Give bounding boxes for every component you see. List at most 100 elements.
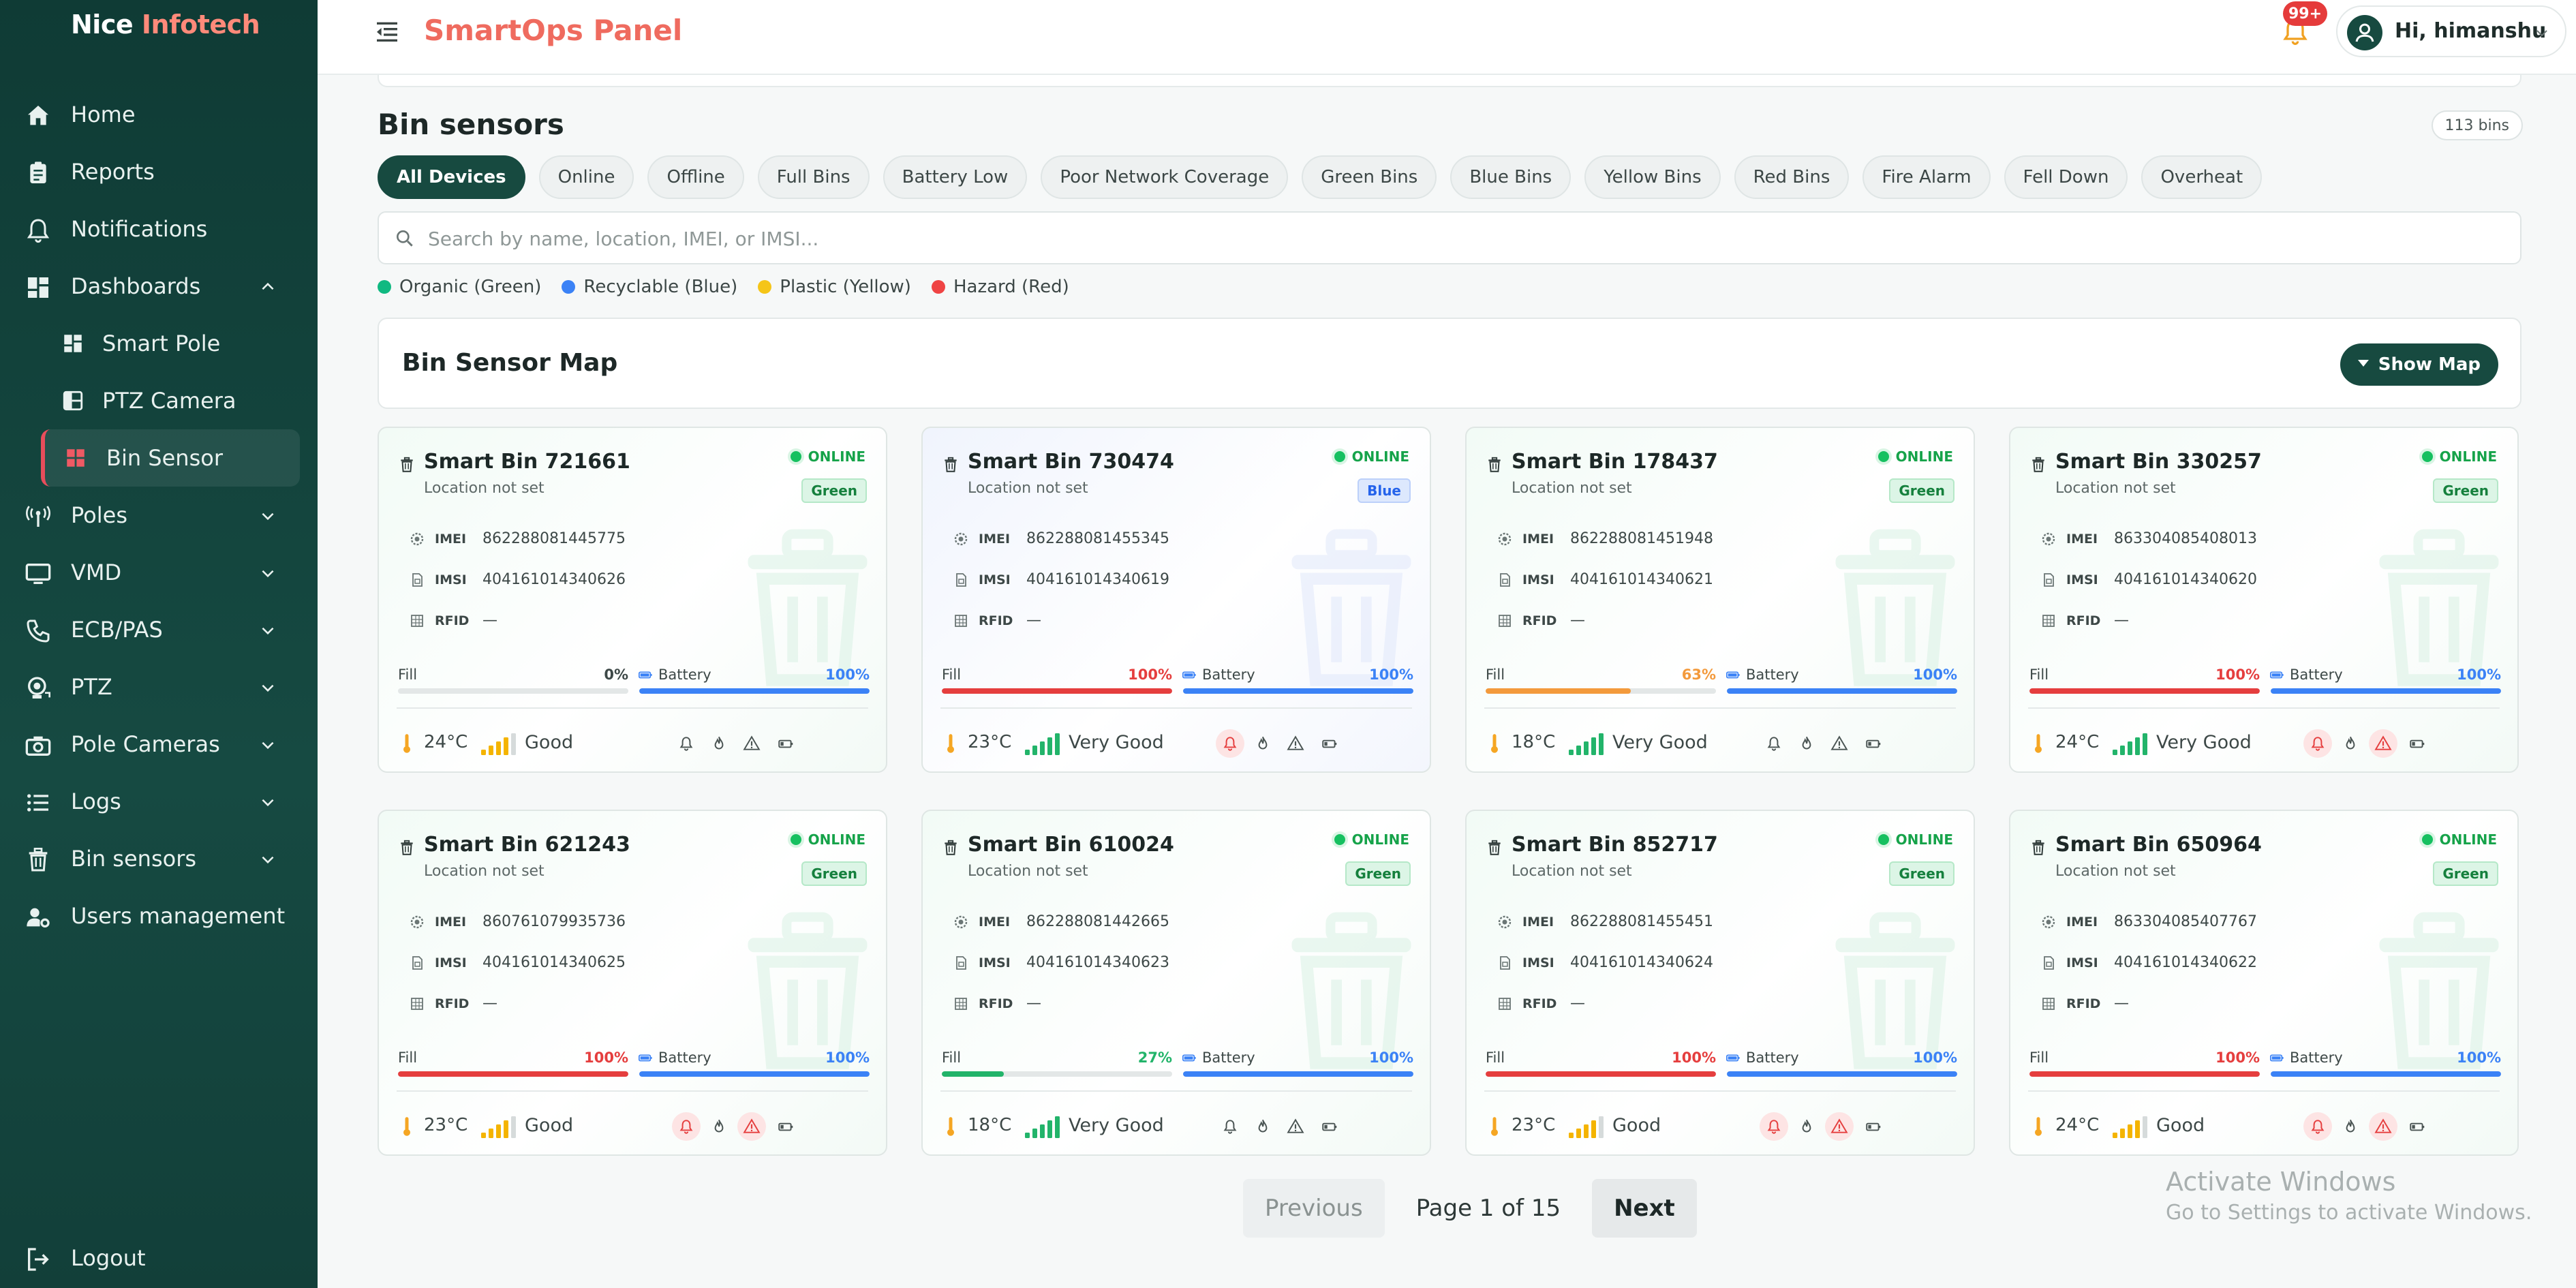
previous-page-button[interactable]: Previous (1243, 1179, 1385, 1238)
sidebar-item-poles[interactable]: Poles (0, 487, 318, 544)
bin-card-grid: Smart Bin 721661 Location not set ONLINE Gr… (378, 427, 2521, 1156)
show-map-button[interactable]: Show Map (2340, 343, 2498, 386)
sidebar-item-bin-sensor[interactable]: Bin Sensor (41, 429, 300, 487)
bell-alert-icon[interactable] (1760, 1112, 1788, 1141)
fire-alert-icon[interactable] (1248, 729, 1277, 758)
battery-label-wrap: Battery (1182, 666, 1255, 683)
battery-alert-icon[interactable] (771, 729, 800, 758)
fire-alert-icon[interactable] (2336, 729, 2365, 758)
imsi-value: 404161014340621 (1570, 571, 1713, 588)
search-input[interactable] (428, 222, 2500, 255)
filter-online[interactable]: Online (538, 155, 634, 199)
filter-battery-low[interactable]: Battery Low (883, 155, 1028, 199)
filter-yellow-bins[interactable]: Yellow Bins (1584, 155, 1721, 199)
warning-alert-icon[interactable] (1281, 1112, 1310, 1141)
battery-alert-icon[interactable] (771, 1112, 800, 1141)
sidebar-item-bin-sensors[interactable]: Bin sensors (0, 830, 318, 887)
sidebar-item-pole-cameras[interactable]: Pole Cameras (0, 716, 318, 773)
warning-alert-icon[interactable] (1825, 729, 1854, 758)
filter-full-bins[interactable]: Full Bins (757, 155, 870, 199)
imei-value: 860761079935736 (482, 913, 626, 930)
sidebar-item-reports[interactable]: Reports (0, 143, 318, 200)
rfid-icon (953, 613, 969, 629)
bell-alert-icon[interactable] (1216, 729, 1244, 758)
battery-alert-icon[interactable] (1859, 1112, 1888, 1141)
fire-alert-icon[interactable] (2336, 1112, 2365, 1141)
imsi-label: IMSI (979, 955, 1011, 970)
thermometer-icon (402, 1116, 412, 1137)
fire-alert-icon[interactable] (1248, 1112, 1277, 1141)
bell-alert-icon[interactable] (672, 1112, 701, 1141)
filter-all-devices[interactable]: All Devices (378, 155, 525, 199)
bin-card[interactable]: Smart Bin 610024 Location not set ONLINE Gr… (921, 810, 1431, 1156)
fill-percent: 100% (1672, 1049, 1716, 1066)
next-page-button[interactable]: Next (1592, 1179, 1697, 1238)
battery-icon (1726, 1049, 1746, 1066)
sidebar-item-ptz[interactable]: PTZ (0, 658, 318, 716)
sim-card-icon (409, 955, 425, 971)
logout-button[interactable]: Logout (0, 1229, 318, 1287)
user-menu[interactable]: Hi, himanshu (2336, 5, 2566, 57)
bin-card[interactable]: Smart Bin 730474 Location not set ONLINE Bl… (921, 427, 1431, 773)
filter-chips: All Devices Online Offline Full Bins Bat… (378, 155, 2263, 199)
battery-alert-icon[interactable] (2403, 729, 2432, 758)
sidebar-item-vmd[interactable]: VMD (0, 544, 318, 601)
battery-alert-icon[interactable] (2403, 1112, 2432, 1141)
warning-alert-icon[interactable] (1825, 1112, 1854, 1141)
warning-alert-icon[interactable] (1281, 729, 1310, 758)
card-divider (397, 707, 868, 709)
sidebar-item-dashboards[interactable]: Dashboards (0, 258, 318, 315)
sidebar-item-label: VMD (71, 559, 122, 585)
filter-offline[interactable]: Offline (647, 155, 744, 199)
bin-card[interactable]: Smart Bin 852717 Location not set ONLINE Gr… (1465, 810, 1975, 1156)
sidebar-nav: Home Reports Notifications Dashboards Sm… (0, 86, 318, 945)
sidebar-item-notifications[interactable]: Notifications (0, 200, 318, 258)
sidebar-item-ptz-camera[interactable]: PTZ Camera (0, 372, 318, 429)
fire-alert-icon[interactable] (705, 1112, 733, 1141)
fire-alert-icon[interactable] (705, 729, 733, 758)
filter-poor-network[interactable]: Poor Network Coverage (1041, 155, 1289, 199)
bell-alert-icon[interactable] (2303, 1112, 2332, 1141)
battery-alert-icon[interactable] (1315, 1112, 1344, 1141)
bin-card[interactable]: Smart Bin 330257 Location not set ONLINE Gr… (2009, 427, 2519, 773)
fire-alert-icon[interactable] (1792, 1112, 1821, 1141)
bell-alert-icon[interactable] (2303, 729, 2332, 758)
bin-card[interactable]: Smart Bin 621243 Location not set ONLINE Gr… (378, 810, 887, 1156)
chevron-down-icon (262, 856, 274, 864)
sim-card-icon (1497, 572, 1513, 588)
sidebar-item-ecb-pas[interactable]: ECB/PAS (0, 601, 318, 658)
filter-overheat[interactable]: Overheat (2141, 155, 2263, 199)
sidebar-item-smart-pole[interactable]: Smart Pole (0, 315, 318, 372)
filter-green-bins[interactable]: Green Bins (1302, 155, 1437, 199)
bin-card[interactable]: Smart Bin 178437 Location not set ONLINE Gr… (1465, 427, 1975, 773)
bin-type-tag: Green (1889, 861, 1954, 886)
sidebar-item-users-management[interactable]: Users management (0, 887, 318, 945)
brand-name-accent: Infotech (141, 10, 260, 40)
show-map-label: Show Map (2378, 354, 2481, 375)
bell-alert-icon[interactable] (672, 729, 701, 758)
card-divider (940, 707, 1412, 709)
fire-alert-icon[interactable] (1792, 729, 1821, 758)
warning-alert-icon[interactable] (2369, 1112, 2397, 1141)
warning-alert-icon[interactable] (737, 1112, 766, 1141)
sidebar-item-home[interactable]: Home (0, 86, 318, 143)
bin-card[interactable]: Smart Bin 721661 Location not set ONLINE Gr… (378, 427, 887, 773)
menu-collapse-icon[interactable] (373, 18, 401, 45)
bell-alert-icon[interactable] (1216, 1112, 1244, 1141)
imsi-label: IMSI (2066, 572, 2098, 587)
bell-alert-icon[interactable] (1760, 729, 1788, 758)
legend-label: Recyclable (Blue) (583, 277, 738, 297)
warning-alert-icon[interactable] (737, 729, 766, 758)
battery-alert-icon[interactable] (1859, 729, 1888, 758)
filter-red-bins[interactable]: Red Bins (1734, 155, 1850, 199)
sidebar-item-label: Reports (71, 159, 155, 185)
filter-fell-down[interactable]: Fell Down (2004, 155, 2128, 199)
bin-card[interactable]: Smart Bin 650964 Location not set ONLINE Gr… (2009, 810, 2519, 1156)
sidebar-item-logs[interactable]: Logs (0, 773, 318, 830)
brand-logo[interactable]: Nice Infotech (71, 10, 260, 40)
battery-alert-icon[interactable] (1315, 729, 1344, 758)
filter-fire-alarm[interactable]: Fire Alarm (1862, 155, 1991, 199)
warning-alert-icon[interactable] (2369, 729, 2397, 758)
filter-blue-bins[interactable]: Blue Bins (1450, 155, 1571, 199)
battery-label-wrap: Battery (1726, 666, 1799, 683)
